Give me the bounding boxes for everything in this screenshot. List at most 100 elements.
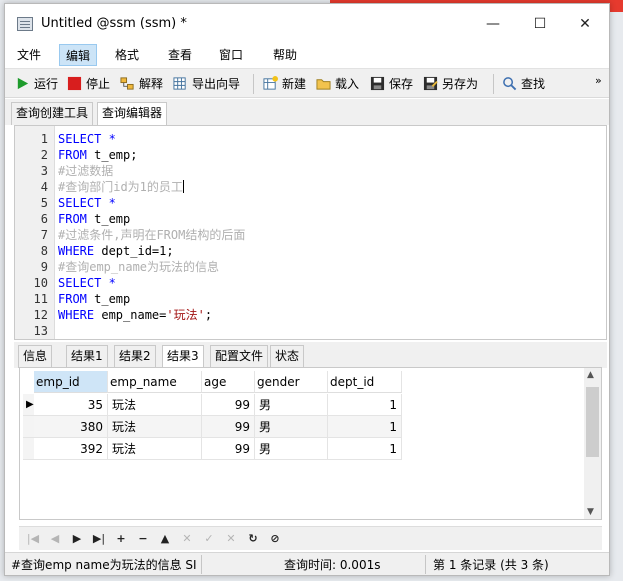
menu-bar: 文件 编辑 格式 查看 窗口 帮助 xyxy=(5,44,609,66)
run-button[interactable]: 运行 xyxy=(15,74,58,94)
vertical-scroll-thumb[interactable] xyxy=(586,387,599,457)
next-record-icon[interactable]: ▶ xyxy=(69,531,85,547)
scroll-up-arrow-icon[interactable]: ▲ xyxy=(587,370,594,380)
discard-icon[interactable]: ✕ xyxy=(223,531,239,547)
column-header-age[interactable]: age xyxy=(202,371,255,393)
menu-edit[interactable]: 编辑 xyxy=(59,44,98,66)
sql-keyword: SELECT xyxy=(58,196,102,210)
new-query-icon xyxy=(263,76,278,90)
cancel-changes-icon[interactable]: ✕ xyxy=(179,531,195,547)
prev-record-icon[interactable]: ◀ xyxy=(47,531,63,547)
explain-button[interactable]: 解释 xyxy=(120,74,163,94)
menu-format[interactable]: 格式 xyxy=(109,44,145,66)
cell-emp-id[interactable]: 35 xyxy=(34,394,108,416)
vertical-scrollbar[interactable]: ▲ ▼ xyxy=(584,368,601,519)
confirm-icon[interactable]: ✓ xyxy=(201,531,217,547)
column-header-emp-id[interactable]: emp_id xyxy=(34,371,108,393)
stop-button[interactable]: 停止 xyxy=(67,74,110,94)
tab-query-builder[interactable]: 查询创建工具 xyxy=(11,102,94,125)
cell-gender[interactable]: 男 xyxy=(255,416,328,438)
refresh-icon[interactable]: ↻ xyxy=(245,531,261,547)
tab-result-2[interactable]: 结果2 xyxy=(114,345,156,368)
save-as-button[interactable]: 另存为 xyxy=(423,74,478,94)
code-line[interactable]: FROM t_emp; xyxy=(58,147,137,163)
new-button[interactable]: 新建 xyxy=(263,74,306,94)
code-line[interactable]: WHERE emp_name='玩法'; xyxy=(58,307,212,323)
code-line[interactable]: #查询部门id为1的员工 xyxy=(58,179,184,195)
code-line[interactable]: FROM t_emp xyxy=(58,291,130,307)
result-tab-strip: 信息 结果1 结果2 结果3 配置文件 状态 xyxy=(14,342,607,369)
stop-query-icon[interactable]: ⊘ xyxy=(267,531,283,547)
sql-keyword: * xyxy=(101,196,116,210)
title-bar: Untitled @ssm (ssm) * — ☐ ✕ xyxy=(5,4,609,44)
tab-query-editor[interactable]: 查询编辑器 xyxy=(97,102,168,126)
line-number: 7 xyxy=(40,228,48,242)
sql-editor[interactable]: 1 2 3 4 5 6 7 8 9 10 11 12 13 SELECT * FROM t_emp; #过滤… xyxy=(14,125,607,340)
line-number: 5 xyxy=(40,196,48,210)
sql-keyword: * xyxy=(101,132,116,146)
close-button[interactable]: ✕ xyxy=(571,12,599,36)
maximize-button[interactable]: ☐ xyxy=(526,12,554,36)
cell-dept-id[interactable]: 1 xyxy=(328,416,402,438)
tab-status[interactable]: 状态 xyxy=(270,345,305,368)
cell-gender[interactable]: 男 xyxy=(255,394,328,416)
tab-result-1[interactable]: 结果1 xyxy=(66,345,108,368)
cell-age[interactable]: 99 xyxy=(202,394,255,416)
code-line[interactable]: SELECT * xyxy=(58,131,116,147)
column-header-emp-name[interactable]: emp_name xyxy=(108,371,202,393)
save-button[interactable]: 保存 xyxy=(370,74,413,94)
cell-emp-id[interactable]: 392 xyxy=(34,438,108,460)
code-line[interactable]: #过滤数据 xyxy=(58,163,113,179)
line-number-gutter: 1 2 3 4 5 6 7 8 9 10 11 12 13 xyxy=(15,126,55,339)
load-button[interactable]: 载入 xyxy=(316,74,359,94)
delete-record-icon[interactable]: − xyxy=(135,531,151,547)
minimize-button[interactable]: — xyxy=(479,12,507,36)
tab-info[interactable]: 信息 xyxy=(18,345,53,368)
tab-result-3[interactable]: 结果3 xyxy=(162,345,204,369)
query-tab-strip: 查询创建工具 查询编辑器 xyxy=(5,99,609,126)
export-wizard-button[interactable]: 导出向导 xyxy=(173,74,240,94)
menu-help[interactable]: 帮助 xyxy=(267,44,303,66)
cell-age[interactable]: 99 xyxy=(202,416,255,438)
sql-keyword: SELECT xyxy=(58,276,102,290)
query-window: Untitled @ssm (ssm) * — ☐ ✕ 文件 编辑 格式 查看 … xyxy=(4,3,610,576)
cell-gender[interactable]: 男 xyxy=(255,438,328,460)
explain-icon xyxy=(120,77,134,90)
last-record-icon[interactable]: ▶| xyxy=(91,531,107,547)
add-record-icon[interactable]: + xyxy=(113,531,129,547)
menu-view[interactable]: 查看 xyxy=(162,44,198,66)
cell-age[interactable]: 99 xyxy=(202,438,255,460)
menu-window[interactable]: 窗口 xyxy=(213,44,249,66)
result-grid: emp_id emp_name age gender dept_id ▶ 35 玩法… xyxy=(19,367,602,520)
code-line[interactable]: #查询emp_name为玩法的信息 xyxy=(58,259,219,275)
code-line[interactable]: FROM t_emp xyxy=(58,211,130,227)
scroll-down-arrow-icon[interactable]: ▼ xyxy=(587,507,594,517)
code-line[interactable]: #过滤条件,声明在FROM结构的后面 xyxy=(58,227,245,243)
sql-keyword: * xyxy=(101,276,116,290)
tab-profile[interactable]: 配置文件 xyxy=(210,345,269,368)
code-line[interactable]: SELECT * xyxy=(58,275,116,291)
line-number: 12 xyxy=(33,308,48,322)
menu-file[interactable]: 文件 xyxy=(11,44,47,66)
status-query-time: 查询时间: 0.001s xyxy=(284,558,381,572)
sql-keyword: WHERE xyxy=(58,244,95,258)
code-line[interactable]: WHERE dept_id=1; xyxy=(58,243,174,259)
text-cursor xyxy=(182,180,184,193)
cell-dept-id[interactable]: 1 xyxy=(328,394,402,416)
apply-changes-icon[interactable]: ▲ xyxy=(157,531,173,547)
cell-emp-name[interactable]: 玩法 xyxy=(108,416,202,438)
first-record-icon[interactable]: |◀ xyxy=(25,531,41,547)
cell-emp-name[interactable]: 玩法 xyxy=(108,394,202,416)
cell-emp-name[interactable]: 玩法 xyxy=(108,438,202,460)
sql-text: t_emp; xyxy=(86,148,138,162)
find-button[interactable]: 查找 xyxy=(502,74,545,94)
save-as-label: 另存为 xyxy=(442,77,479,91)
window-title: Untitled @ssm (ssm) * xyxy=(41,16,187,31)
cell-dept-id[interactable]: 1 xyxy=(328,438,402,460)
cell-emp-id[interactable]: 380 xyxy=(34,416,108,438)
column-header-dept-id[interactable]: dept_id xyxy=(328,371,402,393)
column-header-gender[interactable]: gender xyxy=(255,371,328,393)
code-line[interactable]: SELECT * xyxy=(58,195,116,211)
toolbar-overflow-button[interactable]: » xyxy=(595,71,602,91)
status-divider xyxy=(425,555,426,574)
